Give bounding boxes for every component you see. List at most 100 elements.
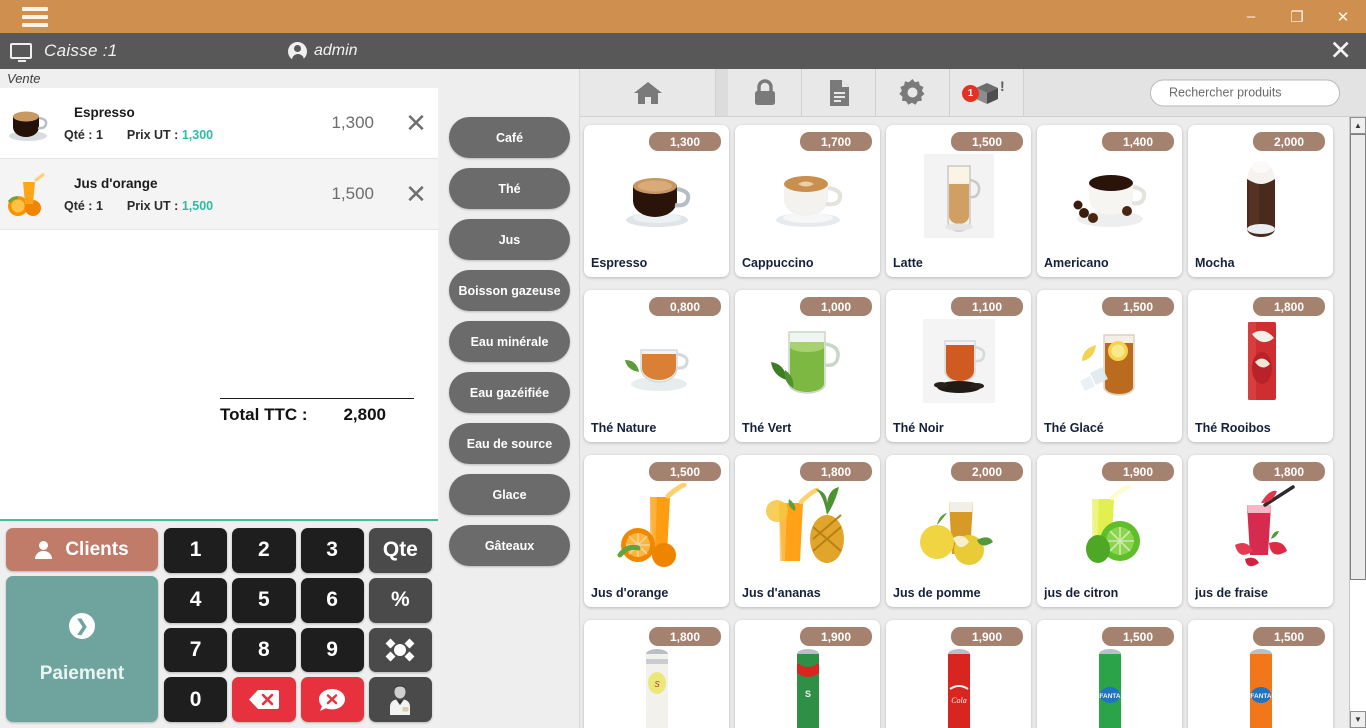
cancel-icon[interactable]: [300, 677, 364, 722]
product-name: Latte: [893, 256, 923, 270]
product-card-can-fanta-orange[interactable]: 1,500 FANTA: [1188, 620, 1333, 728]
price-badge: 1,800: [1253, 462, 1325, 481]
product-image: [1188, 481, 1333, 571]
numeric-keypad: 1 2 3 Qte 4 5 6 % 7 8 9 0: [164, 528, 432, 722]
product-name: Cappuccino: [742, 256, 814, 270]
key-3[interactable]: 3: [300, 528, 364, 573]
stock-alert-icon[interactable]: ! 1: [950, 69, 1024, 116]
scrollbar-track[interactable]: [1350, 134, 1366, 711]
key-9[interactable]: 9: [300, 627, 364, 673]
product-card-jus-ananas[interactable]: 1,800 Jus d'ananas: [735, 455, 880, 607]
chevron-right-icon: ❯: [69, 613, 95, 639]
minimize-button[interactable]: –: [1228, 0, 1274, 33]
key-1[interactable]: 1: [164, 528, 228, 573]
price-badge: 2,000: [951, 462, 1023, 481]
qty-group: Qté : 1: [64, 128, 103, 142]
product-image: S: [584, 646, 729, 728]
unit-price-value: 1,300: [181, 127, 214, 142]
payment-button[interactable]: ❯ Paiement: [6, 576, 158, 722]
category-glace[interactable]: Glace: [449, 474, 570, 515]
maximize-button[interactable]: ❐: [1274, 0, 1320, 33]
scroll-down-button[interactable]: ▼: [1350, 711, 1366, 728]
hamburger-menu-icon[interactable]: [22, 3, 48, 31]
gear-icon[interactable]: [876, 69, 950, 116]
product-image: [886, 151, 1031, 241]
key-qte[interactable]: Qte: [368, 528, 432, 573]
product-card-the-nature[interactable]: 0,800 Thé Nature: [584, 290, 729, 442]
key-8[interactable]: 8: [232, 627, 296, 673]
product-card-jus-orange[interactable]: 1,500 Jus d'orange: [584, 455, 729, 607]
person-icon: [35, 540, 53, 559]
product-card-jus-citron[interactable]: 1,900 jus de citron: [1037, 455, 1182, 607]
table-row[interactable]: Espresso Qté : 1 Prix UT : 1,300 1,300 ✕: [0, 88, 438, 159]
price-badge: 1,800: [800, 462, 872, 481]
product-card-the-glace[interactable]: 1,500 Thé Glacé: [1037, 290, 1182, 442]
category-the[interactable]: Thé: [449, 168, 570, 209]
product-card-espresso[interactable]: 1,300 Espresso: [584, 125, 729, 277]
register-label: Caisse :1: [44, 41, 118, 60]
home-icon[interactable]: [580, 69, 716, 116]
product-thumbnail: [4, 99, 52, 147]
key-6[interactable]: 6: [300, 577, 364, 623]
search-input[interactable]: [1169, 85, 1330, 100]
key-4[interactable]: 4: [164, 577, 228, 623]
product-name: Thé Nature: [591, 421, 657, 435]
username-label: admin: [314, 42, 358, 59]
qty-group: Qté : 1: [64, 199, 103, 213]
lock-icon[interactable]: [728, 69, 802, 116]
product-card-the-vert[interactable]: 1,000 Thé Vert: [735, 290, 880, 442]
product-name: Jus d'orange: [591, 586, 669, 600]
key-2[interactable]: 2: [232, 528, 296, 573]
clients-button[interactable]: Clients: [6, 528, 158, 571]
category-gateaux[interactable]: Gâteaux: [449, 525, 570, 566]
waiter-icon[interactable]: [368, 677, 432, 722]
ticket-line-total: 1,300: [331, 113, 374, 132]
search-box[interactable]: [1150, 79, 1340, 106]
product-card-cappuccino[interactable]: 1,700 Cappuccino: [735, 125, 880, 277]
product-scrollbar[interactable]: ▲ ▼: [1349, 117, 1366, 728]
ticket-line-info: Jus d'orange Qté : 1 Prix UT : 1,500: [64, 176, 278, 213]
close-session-button[interactable]: ✕: [1329, 37, 1352, 65]
product-card-can-cola[interactable]: 1,900 Cola: [886, 620, 1031, 728]
backspace-icon[interactable]: [232, 677, 296, 722]
key-7[interactable]: 7: [164, 627, 228, 673]
product-image: [735, 316, 880, 406]
category-cafe[interactable]: Café: [449, 117, 570, 158]
product-card-can-schweppes[interactable]: 1,800 S: [584, 620, 729, 728]
close-window-button[interactable]: ✕: [1320, 0, 1366, 33]
key-percent[interactable]: %: [368, 577, 432, 623]
current-user[interactable]: admin: [288, 41, 358, 61]
remove-line-button[interactable]: ✕: [394, 181, 438, 207]
product-card-can-fanta-green[interactable]: 1,500 FANTA: [1037, 620, 1182, 728]
split-bill-icon[interactable]: [368, 627, 432, 673]
category-eau-gazeifiee[interactable]: Eau gazéifiée: [449, 372, 570, 413]
product-name: jus de citron: [1044, 586, 1119, 600]
product-card-the-rooibos[interactable]: 1,800 Thé Rooibos: [1188, 290, 1333, 442]
price-badge: 1,400: [1102, 132, 1174, 151]
product-card-jus-pomme[interactable]: 2,000 Jus de pomme: [886, 455, 1031, 607]
product-card-americano[interactable]: 1,400 Americano: [1037, 125, 1182, 277]
scroll-up-button[interactable]: ▲: [1350, 117, 1366, 134]
product-card-latte[interactable]: 1,500 Latte: [886, 125, 1031, 277]
window-controls: – ❐ ✕: [1228, 0, 1366, 33]
remove-line-button[interactable]: ✕: [394, 110, 438, 136]
category-eau-de-source[interactable]: Eau de source: [449, 423, 570, 464]
product-card-the-noir[interactable]: 1,100 Thé Noir: [886, 290, 1031, 442]
svg-text:FANTA: FANTA: [1099, 693, 1120, 700]
product-name: Espresso: [591, 256, 648, 270]
product-card-mocha[interactable]: 2,000 Mocha: [1188, 125, 1333, 277]
key-0[interactable]: 0: [164, 677, 228, 722]
category-jus[interactable]: Jus: [449, 219, 570, 260]
price-badge: 1,300: [649, 132, 721, 151]
product-image: [735, 481, 880, 571]
document-icon[interactable]: [802, 69, 876, 116]
price-badge: 1,500: [951, 132, 1023, 151]
category-eau-minerale[interactable]: Eau minérale: [449, 321, 570, 362]
key-5[interactable]: 5: [232, 577, 296, 623]
scrollbar-thumb[interactable]: [1350, 134, 1366, 580]
category-boisson-gazeuse[interactable]: Boisson gazeuse: [449, 270, 570, 311]
product-card-jus-fraise[interactable]: 1,800 jus de fraise: [1188, 455, 1333, 607]
price-badge: 1,500: [1253, 627, 1325, 646]
product-card-can-sprite[interactable]: 1,900 S: [735, 620, 880, 728]
table-row[interactable]: Jus d'orange Qté : 1 Prix UT : 1,500 1,5…: [0, 159, 438, 230]
